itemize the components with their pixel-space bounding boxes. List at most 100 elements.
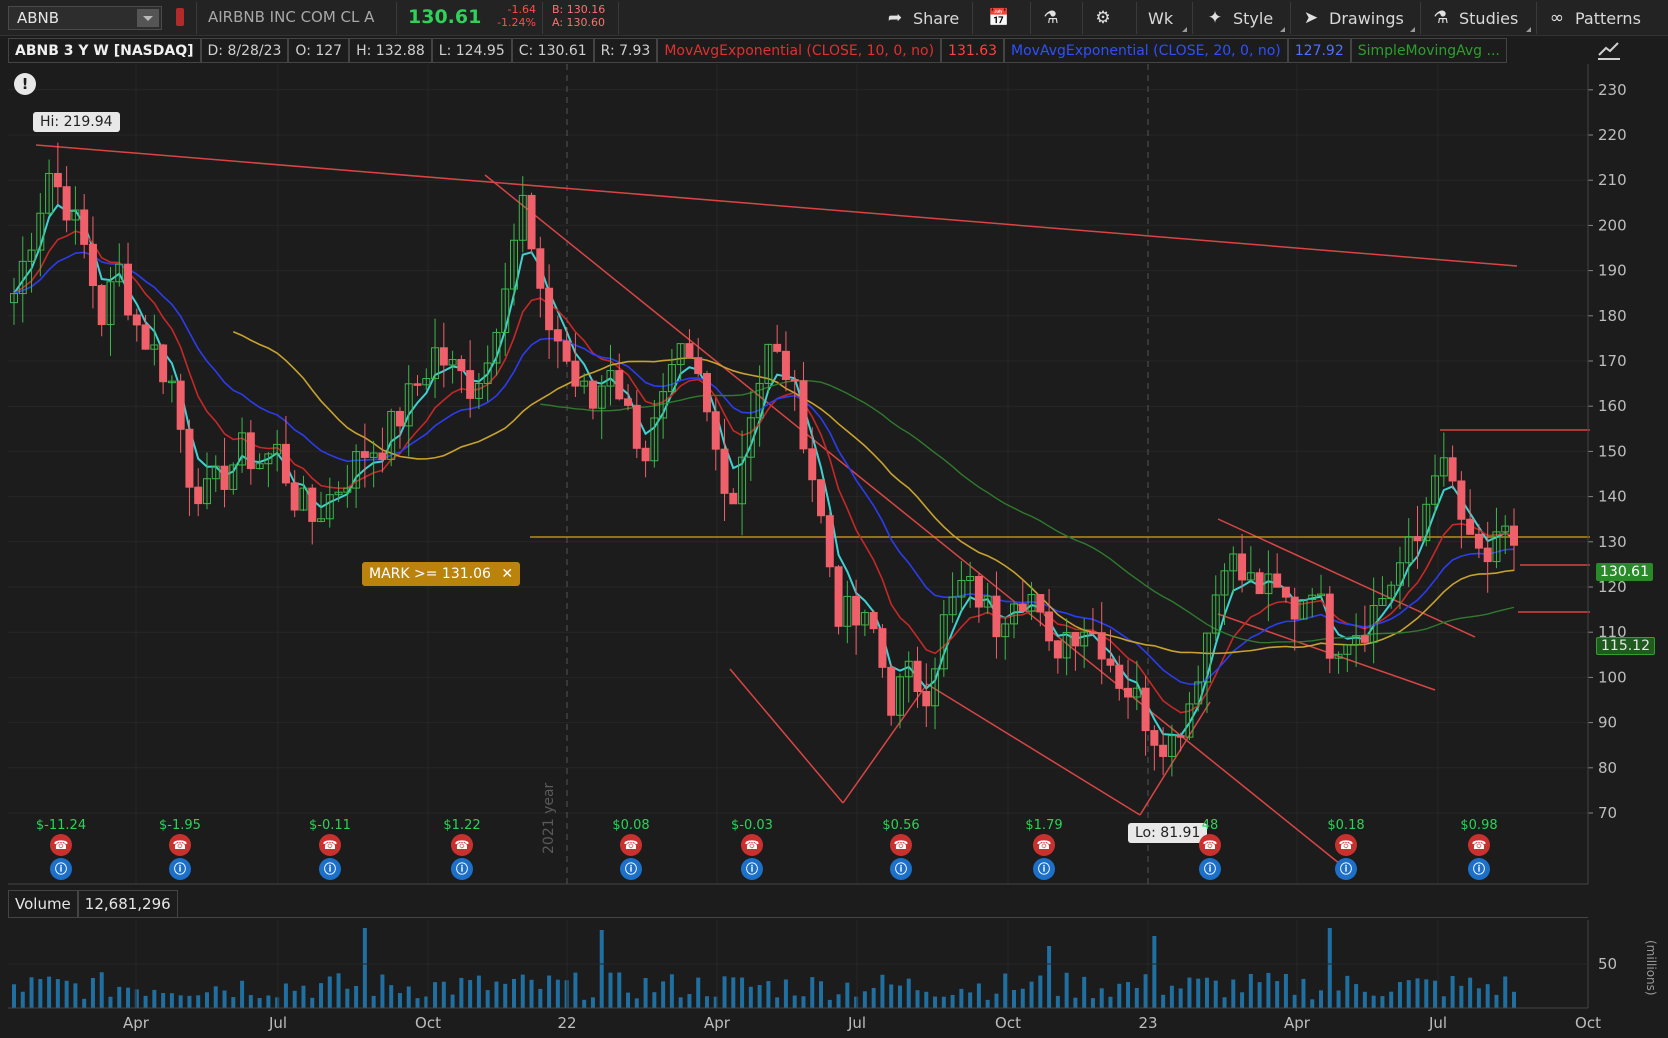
patterns-button[interactable]: ∞ Patterns	[1546, 5, 1641, 31]
volume-bar	[441, 981, 446, 1008]
volume-bar	[731, 977, 736, 1008]
dividend-event-icon[interactable]: ⓘ	[1335, 858, 1357, 880]
study-sma-label[interactable]: SimpleMovingAvg ...	[1350, 38, 1507, 63]
chevron-down-icon[interactable]	[137, 9, 159, 27]
earnings-event-icon[interactable]: ☎	[50, 834, 72, 856]
volume-bar	[1450, 976, 1455, 1008]
candle-body	[1176, 735, 1185, 738]
earnings-event-icon[interactable]: ☎	[169, 834, 191, 856]
volume-bar	[1055, 995, 1060, 1008]
candle-body	[132, 314, 141, 326]
calendar-button[interactable]: 📅	[988, 5, 1010, 31]
studies-button[interactable]: ⚗ Studies	[1430, 5, 1518, 31]
candle-body	[1255, 572, 1264, 595]
earnings-event-icon[interactable]: ☎	[1199, 834, 1221, 856]
candle-body	[545, 287, 554, 331]
volume-bar	[240, 980, 245, 1008]
divider	[1136, 2, 1137, 34]
earnings-event-icon[interactable]: ☎	[1033, 834, 1055, 856]
dividend-event-icon[interactable]: ⓘ	[890, 858, 912, 880]
style-button[interactable]: ✦ Style	[1204, 5, 1273, 31]
price-chart[interactable]: 7080901001101201301401501601701801902002…	[0, 64, 1668, 890]
earnings-event-icon[interactable]: ☎	[890, 834, 912, 856]
volume-bar	[941, 996, 946, 1008]
flag-icon[interactable]	[176, 8, 184, 26]
candle-body	[799, 380, 808, 450]
studies-label: Studies	[1459, 8, 1519, 28]
drawing-tool-icon[interactable]	[1596, 40, 1622, 62]
flask-button[interactable]: ⚗	[1040, 5, 1062, 31]
volume-bar	[248, 995, 253, 1008]
aggregation-button[interactable]: Wk	[1148, 5, 1173, 31]
dividend-event-icon[interactable]: ⓘ	[620, 858, 642, 880]
dividend-event-icon[interactable]: ⓘ	[451, 858, 473, 880]
volume-bar	[1143, 974, 1148, 1008]
study-ema20-label[interactable]: MovAvgExponential (CLOSE, 20, 0, no)	[1004, 38, 1288, 63]
candle-body	[852, 595, 861, 626]
earnings-event-icon[interactable]: ☎	[620, 834, 642, 856]
earnings-event-icon[interactable]: ☎	[741, 834, 763, 856]
volume-bar	[766, 981, 771, 1008]
candle-body	[808, 448, 817, 481]
volume-bar	[310, 997, 315, 1008]
divider	[196, 2, 197, 34]
dividend-event-icon[interactable]: ⓘ	[1468, 858, 1490, 880]
volume-bar	[748, 986, 753, 1008]
close-icon[interactable]: ✕	[501, 566, 513, 582]
volume-bar	[1283, 973, 1288, 1008]
volume-bar	[819, 981, 824, 1008]
earnings-event-icon[interactable]: ☎	[319, 834, 341, 856]
volume-bar	[380, 974, 385, 1008]
dividend-event-icon[interactable]: ⓘ	[50, 858, 72, 880]
volume-header: Volume 12,681,296	[8, 890, 1588, 918]
candle-body	[790, 379, 799, 382]
volume-bar	[1029, 981, 1034, 1008]
dividend-event-icon[interactable]: ⓘ	[1199, 858, 1221, 880]
dividend-event-icon[interactable]: ⓘ	[319, 858, 341, 880]
symbol-selector[interactable]	[8, 6, 162, 30]
dividend-event-icon[interactable]: ⓘ	[741, 858, 763, 880]
volume-bar	[406, 986, 411, 1008]
high-label: Hi: 219.94	[33, 112, 120, 132]
volume-bar	[933, 996, 938, 1008]
volume-bar	[1213, 980, 1218, 1008]
earnings-event-icon[interactable]: ☎	[1335, 834, 1357, 856]
candle-body	[615, 370, 624, 400]
share-button[interactable]: ➦ Share	[884, 5, 959, 31]
volume-bar	[459, 977, 464, 1008]
x-tick-label: Apr	[704, 1014, 731, 1032]
price-alert-label[interactable]: MARK >= 131.06 ✕	[362, 562, 521, 586]
volume-bar	[1476, 988, 1481, 1008]
study-ema10-label[interactable]: MovAvgExponential (CLOSE, 10, 0, no)	[657, 38, 942, 63]
candle-body	[1457, 480, 1466, 520]
volume-bar	[1503, 976, 1508, 1008]
earnings-event-icon[interactable]: ☎	[1468, 834, 1490, 856]
chart-title[interactable]: ABNB 3 Y W [NASDAQ]	[8, 38, 201, 63]
candle-body	[527, 194, 536, 250]
candle-body	[62, 186, 71, 221]
last-price-tag: 130.61	[1596, 563, 1653, 581]
y-tick-label: 160	[1598, 397, 1627, 415]
volume-bar	[64, 980, 69, 1008]
volume-bar	[1222, 997, 1227, 1008]
volume-bar	[1117, 983, 1122, 1008]
earnings-event-icon[interactable]: ☎	[451, 834, 473, 856]
drawings-button[interactable]: ➤ Drawings	[1300, 5, 1404, 31]
volume-label[interactable]: Volume	[8, 890, 78, 918]
volume-bar	[810, 977, 815, 1008]
candle-body	[729, 492, 738, 505]
symbol-input[interactable]	[9, 7, 135, 29]
price-axis[interactable]: 7080901001101201301401501601701801902002…	[1587, 64, 1627, 884]
share-label: Share	[913, 8, 960, 28]
volume-bar	[99, 972, 104, 1008]
flask-icon: ⚗	[1043, 8, 1059, 28]
volume-bar	[1064, 972, 1069, 1008]
dividend-event-icon[interactable]: ⓘ	[169, 858, 191, 880]
volume-bar	[1424, 979, 1429, 1008]
dividend-event-icon[interactable]: ⓘ	[1033, 858, 1055, 880]
cursor-icon: ➤	[1303, 8, 1319, 28]
volume-bar	[871, 987, 876, 1008]
alert-icon[interactable]: !	[14, 73, 36, 95]
candle-body	[1510, 525, 1518, 546]
settings-button[interactable]: ⚙	[1092, 5, 1114, 31]
